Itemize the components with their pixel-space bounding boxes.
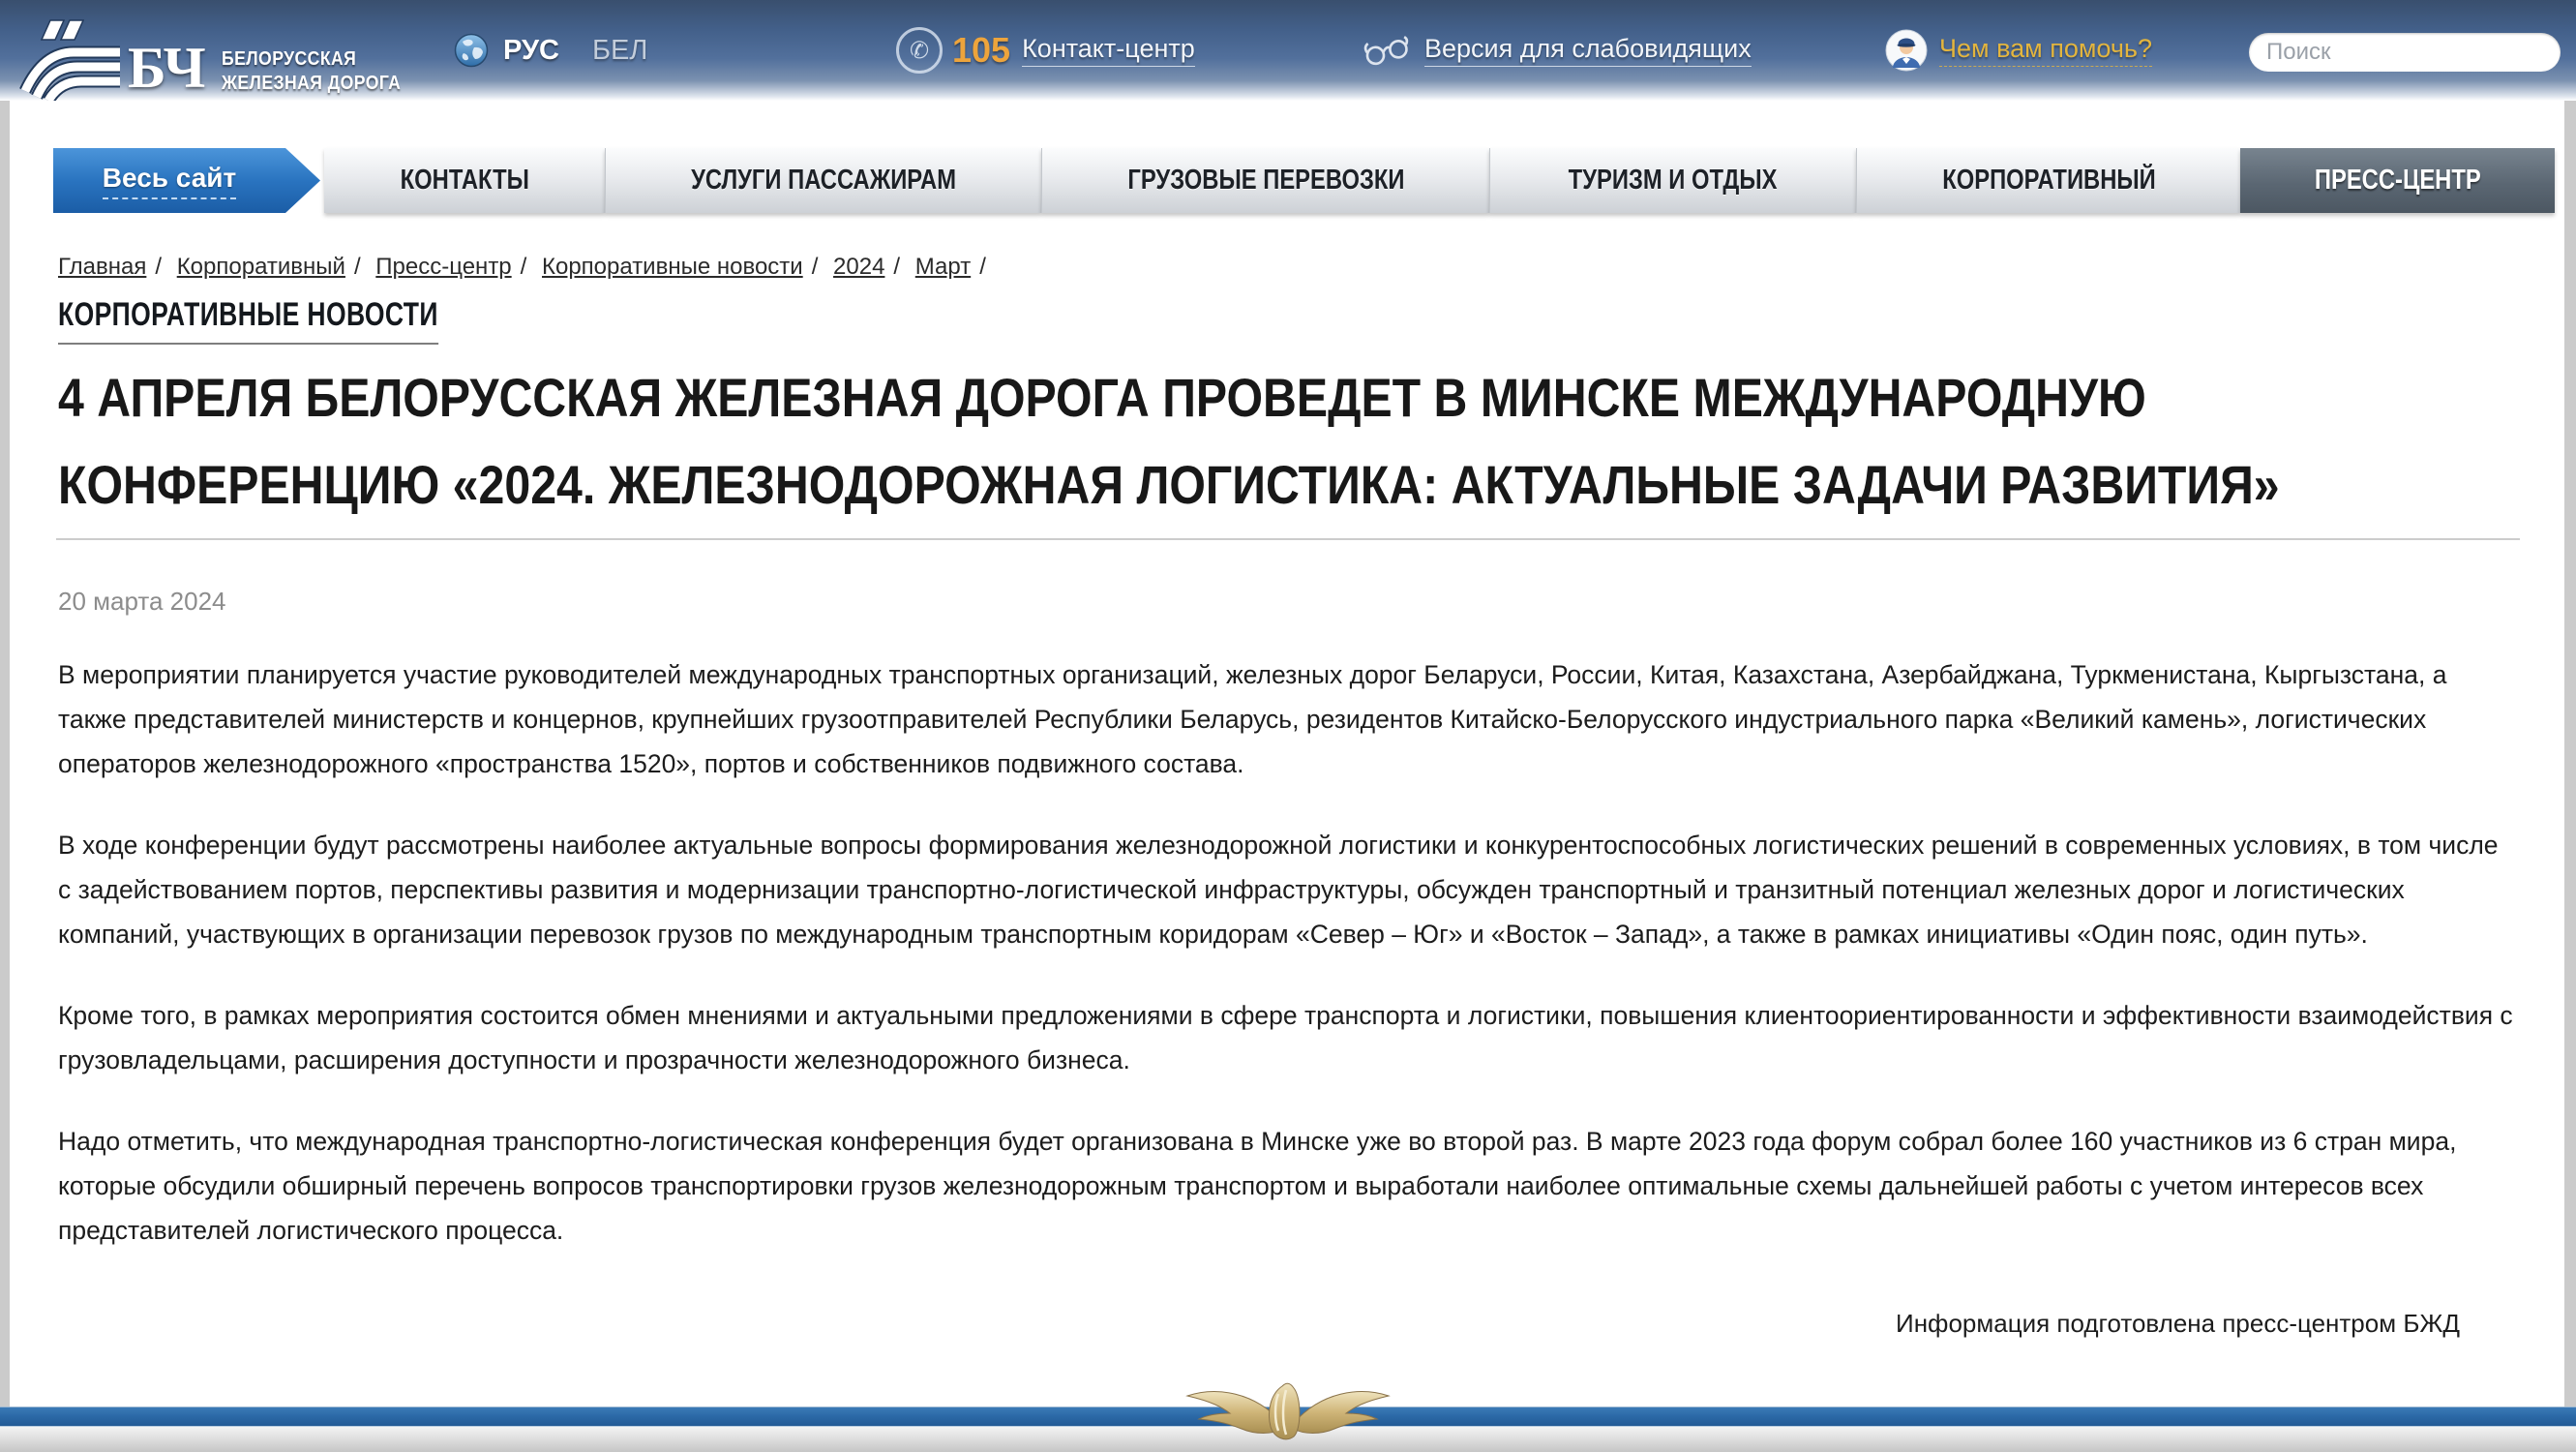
contact-number: 105 (952, 30, 1010, 71)
tab-label: УСЛУГИ ПАССАЖИРАМ (691, 165, 956, 197)
language-switcher: РУС БЕЛ (453, 0, 647, 101)
top-header: БЧ БЕЛОРУССКАЯ ЖЕЛЕЗНАЯ ДОРОГА РУС БЕЛ ✆… (0, 0, 2576, 101)
breadcrumb-korporativnyy[interactable]: Корпоративный (177, 254, 345, 280)
article-body: В мероприятии планируется участие руково… (58, 652, 2514, 1289)
contact-center: ✆ 105 Контакт-центр (896, 0, 1195, 101)
site-search (2249, 33, 2561, 72)
tab-kontakty[interactable]: КОНТАКТЫ (324, 148, 605, 213)
tab-label: ПРЕСС-ЦЕНТР (2315, 165, 2481, 197)
tab-press-tsentr-active[interactable]: ПРЕСС-ЦЕНТР (2240, 148, 2555, 213)
breadcrumb-mart[interactable]: Март (915, 254, 971, 280)
article-paragraph: В мероприятии планируется участие руково… (58, 652, 2514, 786)
tab-label: Весь сайт (103, 163, 236, 199)
search-input[interactable] (2249, 33, 2561, 72)
breadcrumb: Главная / Корпоративный / Пресс-центр / Кор… (58, 254, 995, 281)
contact-center-link[interactable]: Контакт-центр (1022, 34, 1195, 67)
section-heading: КОРПОРАТИВНЫЕ НОВОСТИ (58, 296, 546, 345)
tab-label: КОРПОРАТИВНЫЙ (1942, 165, 2156, 197)
tab-gruzovye-perevozki[interactable]: ГРУЗОВЫЕ ПЕРЕВОЗКИ (1041, 148, 1489, 213)
accessibility-link[interactable]: Версия для слабовидящих (1424, 34, 1752, 67)
breadcrumb-glavnaya[interactable]: Главная (58, 254, 146, 280)
tab-label: ГРУЗОВЫЕ ПЕРЕВОЗКИ (1127, 165, 1404, 197)
breadcrumb-korp-novosti[interactable]: Корпоративные новости (542, 254, 803, 280)
article-title: 4 АПРЕЛЯ БЕЛОРУССКАЯ ЖЕЛЕЗНАЯ ДОРОГА ПРО… (58, 354, 2518, 529)
breadcrumb-separator: / (521, 254, 527, 280)
article-paragraph: Кроме того, в рамках мероприятия состоит… (58, 993, 2514, 1082)
article-date: 20 марта 2024 (58, 587, 226, 617)
breadcrumb-separator: / (155, 254, 162, 280)
title-divider (56, 538, 2520, 540)
logo-line1: БЕЛОРУССКАЯ (222, 47, 401, 72)
main-navigation: Весь сайт КОНТАКТЫ УСЛУГИ ПАССАЖИРАМ ГРУ… (53, 148, 2516, 213)
lang-bel[interactable]: БЕЛ (592, 35, 647, 67)
breadcrumb-press-tsentr[interactable]: Пресс-центр (375, 254, 511, 280)
brand-logo[interactable]: БЧ БЕЛОРУССКАЯ ЖЕЛЕЗНАЯ ДОРОГА (15, 10, 425, 101)
breadcrumb-2024[interactable]: 2024 (833, 254, 884, 280)
help-link[interactable]: Чем вам помочь? (1939, 34, 2152, 67)
tab-turizm-i-otdykh[interactable]: ТУРИЗМ И ОТДЫХ (1489, 148, 1856, 213)
article-paragraph: В ходе конференции будут рассмотрены наи… (58, 823, 2514, 956)
phone-icon: ✆ (896, 27, 943, 74)
logo-line2: ЖЕЛЕЗНАЯ ДОРОГА (222, 72, 401, 96)
article-credit: Информация подготовлена пресс-центром БЖ… (1896, 1309, 2460, 1339)
railway-logo-icon (15, 17, 124, 101)
help-block: Чем вам помочь? (1885, 0, 2152, 101)
article-paragraph: Надо отметить, что международная транспо… (58, 1119, 2514, 1253)
globe-icon (453, 32, 490, 69)
tab-label: ТУРИЗМ И ОТДЫХ (1569, 165, 1778, 197)
tab-uslugi-passazhiram[interactable]: УСЛУГИ ПАССАЖИРАМ (605, 148, 1041, 213)
logo-text: БЕЛОРУССКАЯ ЖЕЛЕЗНАЯ ДОРОГА (222, 47, 426, 96)
logo-abbr: БЧ (128, 39, 206, 97)
tab-korporativnyy[interactable]: КОРПОРАТИВНЫЙ (1856, 148, 2240, 213)
tab-label: КОНТАКТЫ (400, 165, 528, 197)
wings-emblem-icon (1174, 1378, 1402, 1446)
page: БЧ БЕЛОРУССКАЯ ЖЕЛЕЗНАЯ ДОРОГА РУС БЕЛ ✆… (0, 0, 2576, 1452)
breadcrumb-separator: / (979, 254, 986, 280)
breadcrumb-separator: / (893, 254, 900, 280)
accessibility-block: Версия для слабовидящих (1363, 0, 1752, 101)
breadcrumb-separator: / (812, 254, 819, 280)
glasses-icon (1363, 34, 1413, 67)
lang-rus[interactable]: РУС (503, 35, 559, 67)
tab-ves-sayt[interactable]: Весь сайт (53, 148, 320, 213)
section-heading-link[interactable]: КОРПОРАТИВНЫЕ НОВОСТИ (58, 296, 438, 345)
helper-avatar-icon (1885, 29, 1928, 72)
breadcrumb-separator: / (354, 254, 361, 280)
